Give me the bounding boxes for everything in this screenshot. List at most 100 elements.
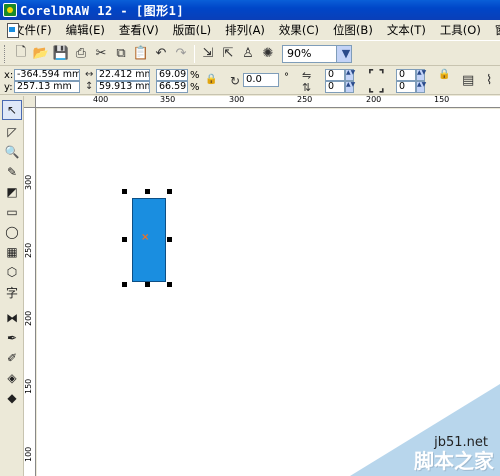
menu-bar: 文件(F) 编辑(E) 查看(V) 版面(L) 排列(A) 效果(C) 位图(B… [0, 20, 500, 41]
ruler-label: 150 [24, 378, 33, 394]
ruler-label: 150 [434, 95, 450, 104]
selection-handle[interactable] [145, 189, 150, 194]
basic-shapes-tool-icon[interactable]: ⬡ [2, 262, 22, 282]
x-position-field[interactable]: -364.594 mm [14, 69, 80, 81]
chevron-down-icon[interactable]: ▼ [336, 45, 351, 62]
zoom-tool-icon[interactable]: 🔍 [2, 142, 22, 162]
watermark: jb51.net 脚本之家 [350, 384, 500, 476]
export-icon[interactable]: ⇱ [218, 44, 238, 64]
menu-window[interactable]: 窗口 [488, 22, 500, 38]
selection-handle[interactable] [167, 189, 172, 194]
ruler-label: 200 [366, 95, 382, 104]
wrap-text-icon[interactable]: ▤ [462, 73, 474, 88]
toolbar-separator [194, 44, 195, 63]
rotation-field[interactable]: 0.0 [243, 73, 279, 87]
save-icon[interactable]: 💾 [51, 44, 71, 64]
paste-icon[interactable]: 📋 [131, 44, 151, 64]
zoom-level-select[interactable]: 90% ▼ [282, 44, 352, 63]
zoom-level-value: 90% [287, 47, 312, 60]
redo-icon[interactable]: ↷ [171, 44, 191, 64]
selection-handle[interactable] [167, 237, 172, 242]
coreldraw-app-icon[interactable] [3, 3, 17, 17]
ruler-label: 300 [24, 174, 33, 190]
corner-bottom-icon: ⌞ ⌟ [368, 80, 385, 95]
scale-x-percent: % [190, 70, 200, 81]
undo-icon[interactable]: ↶ [151, 44, 171, 64]
selection-handle[interactable] [122, 189, 127, 194]
width-field[interactable]: 22.412 mm [96, 69, 150, 81]
to-curves-icon[interactable]: ⌇ [486, 73, 492, 88]
rotate-icon: ↻ [230, 74, 241, 88]
menu-bitmaps[interactable]: 位图(B) [326, 22, 380, 38]
selection-handle[interactable] [167, 282, 172, 287]
fill-tool-icon[interactable]: ◈ [2, 368, 22, 388]
shape-tool-icon[interactable]: ◸ [2, 122, 22, 142]
copy-icon[interactable]: ⧉ [111, 44, 131, 64]
spin-arrows-icon[interactable]: ▲▼ [345, 69, 355, 81]
smart-fill-tool-icon[interactable]: ◩ [2, 182, 22, 202]
x-label: x: [4, 70, 14, 81]
menu-layout[interactable]: 版面(L) [166, 22, 218, 38]
outline-tool-icon[interactable]: ✐ [2, 348, 22, 368]
title-bar: CorelDRAW 12 - [图形1] [0, 0, 500, 20]
scale-y-field[interactable]: 66.59 [156, 81, 188, 93]
corner-roundness-top-right[interactable]: 0 [396, 69, 416, 81]
open-icon[interactable]: 📂 [31, 44, 51, 64]
property-bar: x: -364.594 mm y: 257.13 mm ↔ 22.412 mm … [0, 67, 500, 95]
spin-arrows-icon[interactable]: ▲▼ [416, 69, 426, 81]
ruler-label: 100 [24, 446, 33, 462]
menu-text[interactable]: 文本(T) [380, 22, 433, 38]
pick-tool-icon[interactable]: ↖ [2, 100, 22, 120]
height-field[interactable]: 59.913 mm [96, 81, 150, 93]
spin-arrows-icon[interactable]: ▲▼ [416, 81, 426, 93]
spin-arrows-icon[interactable]: ▲▼ [345, 81, 355, 93]
cut-icon[interactable]: ✂ [91, 44, 111, 64]
rectangle-tool-icon[interactable]: ▭ [2, 202, 22, 222]
corner-roundness-top-left[interactable]: 0 [325, 69, 345, 81]
ruler-label: 250 [24, 242, 33, 258]
interactive-blend-tool-icon[interactable]: ⧓ [2, 308, 22, 328]
degree-symbol: ° [284, 72, 289, 83]
window-title: CorelDRAW 12 - [图形1] [20, 3, 185, 18]
ruler-label: 200 [24, 310, 33, 326]
toolbox: ↖ ◸ 🔍 ✎ ◩ ▭ ◯ ▦ ⬡ 字 ⧓ ✒ ✐ ◈ ◆ [0, 96, 24, 476]
ruler-origin[interactable] [24, 96, 36, 108]
corner-roundness-bottom-right[interactable]: 0 [396, 81, 416, 93]
ruler-label: 250 [297, 95, 313, 104]
print-icon[interactable]: ⎙ [71, 44, 91, 64]
y-label: y: [4, 82, 13, 93]
interactive-fill-tool-icon[interactable]: ◆ [2, 388, 22, 408]
text-tool-icon[interactable]: 字 [2, 282, 22, 302]
mirror-vertical-icon[interactable]: ⇅ [302, 81, 311, 94]
height-icon: ↕ [85, 81, 94, 92]
y-position-field[interactable]: 257.13 mm [14, 81, 80, 93]
selection-handle[interactable] [122, 282, 127, 287]
eyedropper-tool-icon[interactable]: ✒ [2, 328, 22, 348]
graph-paper-tool-icon[interactable]: ▦ [2, 242, 22, 262]
menu-effects[interactable]: 效果(C) [272, 22, 326, 38]
menu-tools[interactable]: 工具(O) [433, 22, 488, 38]
ellipse-tool-icon[interactable]: ◯ [2, 222, 22, 242]
horizontal-ruler: 400 350 300 250 200 150 [36, 95, 500, 108]
corel-online-icon[interactable]: ✺ [258, 44, 278, 64]
menu-arrange[interactable]: 排列(A) [218, 22, 272, 38]
ruler-label: 400 [93, 95, 109, 104]
round-corners-lock-icon[interactable]: 🔒 [438, 69, 450, 80]
selection-handle[interactable] [145, 282, 150, 287]
menu-edit[interactable]: 编辑(E) [59, 22, 112, 38]
corner-roundness-bottom-left[interactable]: 0 [325, 81, 345, 93]
toolbar-grip[interactable] [4, 44, 7, 63]
application-launcher-icon[interactable]: ♙ [238, 44, 258, 64]
ruler-label: 350 [160, 95, 176, 104]
width-icon: ↔ [85, 69, 94, 80]
scale-x-field[interactable]: 69.09 [156, 69, 188, 81]
standard-toolbar: 🗋 📂 💾 ⎙ ✂ ⧉ 📋 ↶ ↷ ⇲ ⇱ ♙ ✺ 90% ▼ [0, 42, 500, 66]
new-icon[interactable]: 🗋 [11, 44, 31, 64]
menu-view[interactable]: 查看(V) [112, 22, 166, 38]
ruler-label: 300 [229, 95, 245, 104]
lock-ratio-icon[interactable]: 🔒 [205, 74, 217, 85]
import-icon[interactable]: ⇲ [198, 44, 218, 64]
freehand-tool-icon[interactable]: ✎ [2, 162, 22, 182]
watermark-name: 脚本之家 [414, 449, 494, 473]
selection-handle[interactable] [122, 237, 127, 242]
